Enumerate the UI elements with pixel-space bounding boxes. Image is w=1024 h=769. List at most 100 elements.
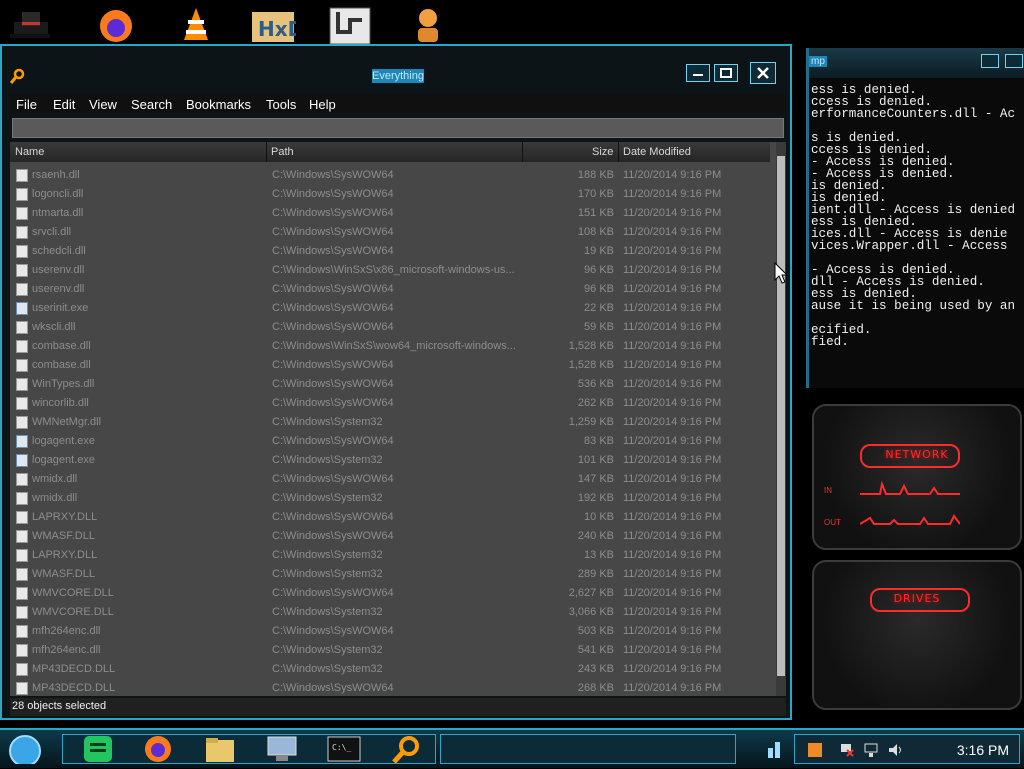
cell-name: combase.dll: [32, 340, 91, 352]
tray-volume-icon[interactable]: [887, 742, 903, 758]
taskbar-firefox-icon[interactable]: [138, 734, 178, 764]
column-size[interactable]: Size: [592, 146, 613, 158]
cell-size: 170 KB: [577, 188, 614, 200]
table-row[interactable]: WMVCORE.DLL C:\Windows\System32 3,066 KB 11…: [10, 603, 770, 622]
table-row[interactable]: schedcli.dll C:\Windows\SysWOW64 19 KB 11/2…: [10, 242, 770, 261]
tray-app-icon[interactable]: [807, 742, 823, 758]
maximize-button[interactable]: [714, 64, 738, 82]
taskbar: C:\_ 3:16 PM: [0, 728, 1024, 768]
search-input[interactable]: [12, 118, 784, 138]
table-row[interactable]: MP43DECD.DLL C:\Windows\SysWOW64 268 KB 11/…: [10, 679, 770, 696]
hat-app-icon[interactable]: [8, 4, 52, 44]
menu-bookmarks[interactable]: Bookmarks: [186, 97, 251, 112]
start-button[interactable]: [6, 734, 44, 767]
table-row[interactable]: wmidx.dll C:\Windows\System32 192 KB 11/20/…: [10, 489, 770, 508]
tray-flag-icon[interactable]: [839, 742, 855, 758]
table-row[interactable]: mfh264enc.dll C:\Windows\SysWOW64 503 KB 11…: [10, 622, 770, 641]
maze-app-icon[interactable]: [328, 4, 372, 45]
cell-path: C:\Windows\SysWOW64: [272, 625, 394, 637]
table-row[interactable]: MP43DECD.DLL C:\Windows\System32 243 KB 11/…: [10, 660, 770, 679]
cell-size: 536 KB: [577, 378, 614, 390]
tray-network-icon[interactable]: [863, 742, 879, 758]
table-row[interactable]: wincorlib.dll C:\Windows\SysWOW64 262 KB 11…: [10, 394, 770, 413]
table-row[interactable]: WMVCORE.DLL C:\Windows\SysWOW64 2,627 KB 11…: [10, 584, 770, 603]
table-row[interactable]: LAPRXY.DLL C:\Windows\SysWOW64 10 KB 11/20/…: [10, 508, 770, 527]
table-row[interactable]: WinTypes.dll C:\Windows\SysWOW64 536 KB 11/…: [10, 375, 770, 394]
column-name[interactable]: Name: [15, 146, 44, 158]
table-row[interactable]: WMASF.DLL C:\Windows\System32 289 KB 11/20/…: [10, 565, 770, 584]
firefox-icon[interactable]: [94, 4, 138, 44]
taskbar-folder-icon[interactable]: [200, 734, 240, 764]
hxd-icon[interactable]: HxD: [250, 4, 304, 44]
table-row[interactable]: combase.dll C:\Windows\WinSxS\wow64_micro…: [10, 337, 770, 356]
taskbar-cmd-icon[interactable]: C:\_: [324, 734, 364, 764]
table-row[interactable]: rsaenh.dll C:\Windows\SysWOW64 188 KB 11/20…: [10, 166, 770, 185]
cell-name: userenv.dll: [32, 264, 85, 276]
vertical-scrollbar[interactable]: [776, 142, 786, 696]
table-row[interactable]: userinit.exe C:\Windows\SysWOW64 22 KB 11/2…: [10, 299, 770, 318]
terminal-titlebar[interactable]: mp: [809, 48, 1024, 78]
everything-window[interactable]: Everything File Edit View Search Bookmar…: [0, 44, 792, 720]
dll-file-icon: [16, 568, 28, 581]
table-row[interactable]: logagent.exe C:\Windows\System32 101 KB 11/…: [10, 451, 770, 470]
cell-size: 503 KB: [577, 625, 614, 637]
user-avatar-icon[interactable]: [406, 4, 450, 44]
vlc-icon[interactable]: [174, 4, 218, 44]
cell-size: 147 KB: [577, 473, 614, 485]
menu-edit[interactable]: Edit: [53, 97, 75, 112]
table-row[interactable]: logagent.exe C:\Windows\SysWOW64 83 KB 11/2…: [10, 432, 770, 451]
terminal-line: erformanceCounters.dll - Ac: [811, 107, 1016, 121]
network-in-graph: [860, 480, 960, 495]
cell-size: 151 KB: [577, 207, 614, 219]
close-button[interactable]: [750, 62, 776, 84]
dll-file-icon: [16, 359, 28, 372]
cell-date: 11/20/2014 9:16 PM: [623, 397, 722, 409]
cell-name: userinit.exe: [32, 302, 89, 314]
table-row[interactable]: userenv.dll C:\Windows\WinSxS\x86_microso…: [10, 261, 770, 280]
column-path[interactable]: Path: [271, 146, 294, 158]
table-row[interactable]: WMNetMgr.dll C:\Windows\System32 1,259 KB 1…: [10, 413, 770, 432]
taskbar-notes-icon[interactable]: [78, 734, 118, 764]
taskbar-computer-icon[interactable]: [262, 734, 302, 764]
table-row[interactable]: logoncli.dll C:\Windows\SysWOW64 170 KB 11/…: [10, 185, 770, 204]
terminal-window[interactable]: mp ess is denied. ccess is denied. erforma…: [806, 48, 1024, 388]
table-row[interactable]: mfh264enc.dll C:\Windows\System32 541 KB 11…: [10, 641, 770, 660]
terminal-output: ess is denied. ccess is denied. erformance…: [811, 84, 1024, 348]
table-row[interactable]: ntmarta.dll C:\Windows\SysWOW64 151 KB 11/2…: [10, 204, 770, 223]
menu-search[interactable]: Search: [131, 97, 172, 112]
table-row[interactable]: wmidx.dll C:\Windows\SysWOW64 147 KB 11/20/…: [10, 470, 770, 489]
terminal-maximize-button[interactable]: [1005, 54, 1023, 68]
results-list[interactable]: Name Path Size Date Modified rsaenh.dll C…: [10, 142, 786, 696]
table-row[interactable]: WMASF.DLL C:\Windows\SysWOW64 240 KB 11/20/…: [10, 527, 770, 546]
table-row[interactable]: combase.dll C:\Windows\SysWOW64 1,528 KB 11…: [10, 356, 770, 375]
dll-file-icon: [16, 378, 28, 391]
cell-date: 11/20/2014 9:16 PM: [623, 416, 722, 428]
menu-file[interactable]: File: [16, 97, 37, 112]
table-row[interactable]: userenv.dll C:\Windows\SysWOW64 96 KB 11/20…: [10, 280, 770, 299]
cell-date: 11/20/2014 9:16 PM: [623, 435, 722, 447]
taskbar-everything-icon[interactable]: [386, 734, 426, 764]
menu-view[interactable]: View: [89, 97, 117, 112]
cell-path: C:\Windows\SysWOW64: [272, 682, 394, 694]
show-desktop-icon[interactable]: [762, 734, 786, 764]
table-row[interactable]: wkscli.dll C:\Windows\SysWOW64 59 KB 11/20/…: [10, 318, 770, 337]
scrollbar-thumb[interactable]: [777, 156, 785, 676]
cell-date: 11/20/2014 9:16 PM: [623, 663, 722, 675]
cell-name: WMASF.DLL: [32, 568, 95, 580]
column-date-modified[interactable]: Date Modified: [623, 146, 691, 158]
cell-date: 11/20/2014 9:16 PM: [623, 169, 722, 181]
clock[interactable]: 3:16 PM: [957, 742, 1009, 758]
table-row[interactable]: srvcli.dll C:\Windows\SysWOW64 108 KB 11/20…: [10, 223, 770, 242]
cell-date: 11/20/2014 9:16 PM: [623, 245, 722, 257]
menu-tools[interactable]: Tools: [266, 97, 296, 112]
dll-file-icon: [16, 644, 28, 657]
cell-path: C:\Windows\System32: [272, 644, 383, 656]
cell-path: C:\Windows\SysWOW64: [272, 188, 394, 200]
dll-file-icon: [16, 587, 28, 600]
menu-help[interactable]: Help: [309, 97, 336, 112]
exe-file-icon: [16, 435, 28, 448]
terminal-minimize-button[interactable]: [981, 54, 999, 68]
cell-size: 3,066 KB: [568, 606, 614, 618]
table-row[interactable]: LAPRXY.DLL C:\Windows\System32 13 KB 11/20/…: [10, 546, 770, 565]
minimize-button[interactable]: [686, 64, 710, 82]
